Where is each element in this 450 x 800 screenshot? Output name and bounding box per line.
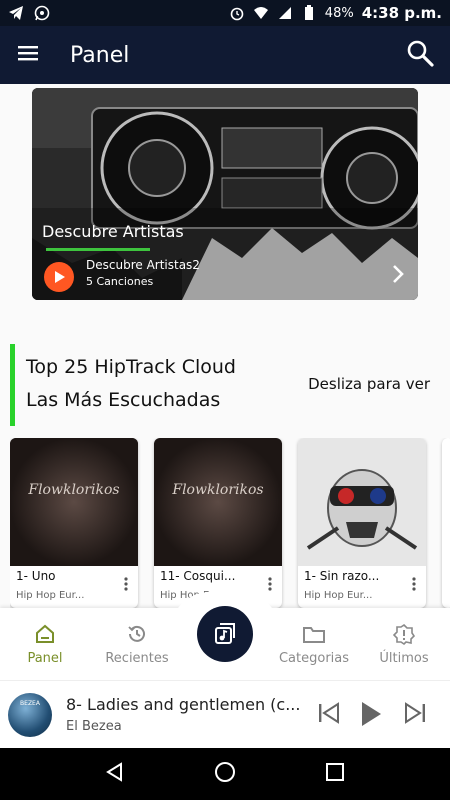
banner-accent-line	[46, 248, 150, 251]
app-bar: Panel	[0, 26, 450, 84]
album-cover: Flowklorikos	[154, 438, 282, 566]
banner-song-count: 5 Canciones	[86, 275, 154, 288]
home-button-icon[interactable]	[214, 761, 236, 787]
folder-icon	[303, 626, 325, 643]
swipe-hint: Desliza para ver	[308, 375, 430, 393]
top-tracks-carousel[interactable]: Flowklorikos 1- Uno Hip Hop Eur... Flowk…	[10, 438, 450, 608]
track-title: 1- Uno	[16, 569, 56, 583]
chevron-right-icon[interactable]	[390, 262, 406, 290]
nav-item-panel[interactable]: Panel	[14, 608, 76, 680]
nav-item-categorias[interactable]: Categorias	[272, 608, 356, 680]
track-title: 1- Sin razo...	[304, 569, 380, 583]
nav-item-ultimos[interactable]: Últimos	[372, 608, 436, 680]
now-playing-artist: El Bezea	[66, 719, 122, 734]
section-title: Top 25 HipTrack Cloud	[26, 356, 236, 378]
play-icon	[55, 271, 65, 283]
album-cover: Flowklorikos	[10, 438, 138, 566]
featured-banner[interactable]: Descubre Artistas Descubre Artistas2 5 C…	[32, 88, 418, 300]
banner-subtitle: Descubre Artistas2	[86, 258, 200, 272]
track-genre: Hip Hop Eur...	[16, 590, 85, 601]
page-title: Panel	[70, 42, 130, 68]
whatsapp-icon	[34, 5, 50, 21]
more-options-icon[interactable]	[124, 576, 128, 595]
next-track-icon[interactable]	[404, 701, 426, 729]
history-icon	[128, 625, 145, 642]
svg-text:Flowklorikos: Flowklorikos	[27, 482, 119, 498]
nav-label: Panel	[27, 650, 63, 666]
signal-icon	[277, 5, 293, 21]
album-cover	[298, 438, 426, 566]
track-card[interactable]: 1- Sin razo... Hip Hop Eur...	[298, 438, 426, 608]
more-options-icon[interactable]	[268, 576, 272, 595]
track-genre: Hip Hop Eur...	[304, 590, 373, 601]
svg-text:Flowklorikos: Flowklorikos	[171, 482, 263, 498]
track-card[interactable]: Flowklorikos 1- Uno Hip Hop Eur...	[10, 438, 138, 608]
track-title: 11- Cosqui...	[160, 569, 236, 583]
search-icon[interactable]	[406, 39, 434, 71]
now-playing-title: 8- Ladies and gentlemen (c...	[66, 695, 301, 714]
system-navigation-bar	[0, 748, 450, 800]
alarm-icon	[229, 5, 245, 21]
nav-label: Últimos	[379, 650, 429, 666]
svg-text:BEZEA: BEZEA	[20, 700, 41, 707]
now-playing-artwork: BEZEA	[8, 693, 52, 737]
telegram-icon	[8, 5, 24, 21]
clock: 4:38 p.m.	[361, 4, 442, 22]
section-accent-bar	[10, 344, 15, 426]
bottom-navigation: Panel Recientes Categorias Últimos	[0, 592, 450, 680]
recent-apps-icon[interactable]	[325, 762, 345, 786]
banner-play-button[interactable]	[44, 262, 74, 292]
previous-track-icon[interactable]	[318, 701, 340, 729]
music-library-button[interactable]	[197, 606, 253, 662]
battery-icon	[301, 5, 317, 21]
mini-player[interactable]: BEZEA 8- Ladies and gentlemen (c... El B…	[0, 680, 450, 748]
nav-label: Categorias	[278, 650, 350, 666]
more-options-icon[interactable]	[412, 576, 416, 595]
status-bar: 48% 4:38 p.m.	[0, 0, 450, 26]
nav-label: Recientes	[105, 650, 169, 666]
play-icon[interactable]	[360, 701, 382, 731]
battery-percent: 48%	[324, 5, 354, 21]
section-header: Top 25 HipTrack Cloud Las Más Escuchadas…	[10, 344, 440, 426]
music-library-icon	[215, 623, 235, 644]
nav-item-recientes[interactable]: Recientes	[98, 608, 176, 680]
hamburger-menu-icon[interactable]	[16, 43, 40, 67]
wifi-icon	[253, 5, 269, 21]
banner-title: Descubre Artistas	[42, 222, 184, 241]
track-card-peek[interactable]	[442, 438, 450, 608]
back-icon[interactable]	[105, 762, 125, 786]
track-card[interactable]: Flowklorikos 11- Cosqui... Hip Hop Eur..…	[154, 438, 282, 608]
section-subtitle: Las Más Escuchadas	[26, 389, 221, 411]
home-icon	[36, 624, 54, 643]
alert-badge-icon	[393, 623, 415, 645]
